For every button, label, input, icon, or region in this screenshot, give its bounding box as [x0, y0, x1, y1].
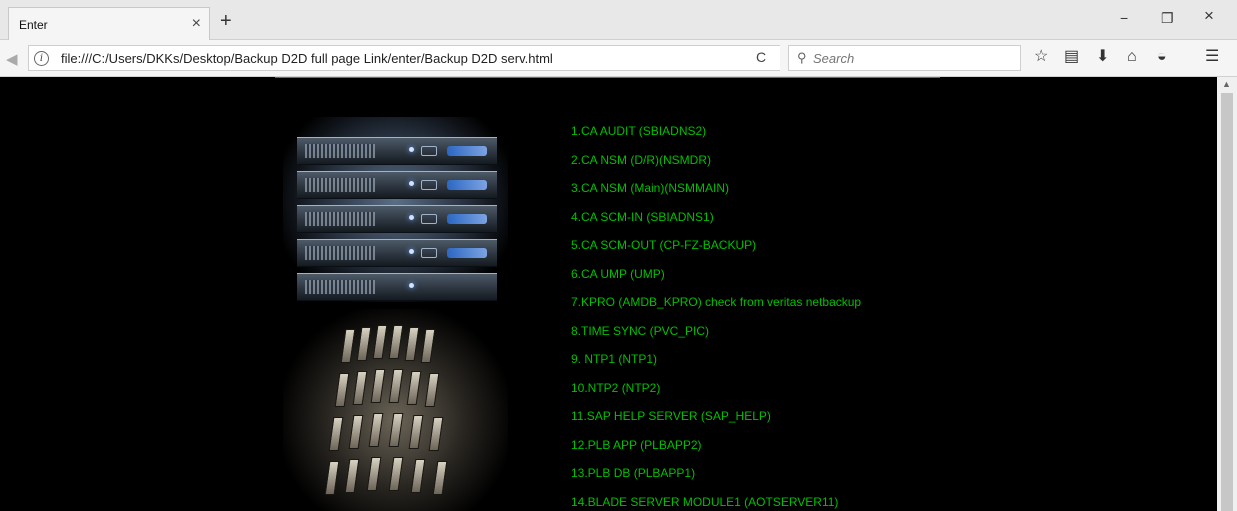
- back-arrow-icon[interactable]: ◀: [6, 50, 18, 68]
- download-icon[interactable]: ⬇: [1096, 48, 1109, 66]
- scroll-up-icon[interactable]: ▲: [1222, 79, 1231, 89]
- navigation-toolbar: ◀ i file:///C:/Users/DKKs/Desktop/Backup…: [0, 40, 1237, 77]
- server-link[interactable]: 4.CA SCM-IN (SBIADNS1): [571, 210, 861, 239]
- page-viewport: 1.CA AUDIT (SBIADNS2) 2.CA NSM (D/R)(NSM…: [0, 77, 1217, 511]
- reading-list-icon[interactable]: ▤: [1064, 48, 1079, 66]
- top-divider: [275, 77, 940, 78]
- server-link[interactable]: 10.NTP2 (NTP2): [571, 381, 861, 410]
- server-link[interactable]: 1.CA AUDIT (SBIADNS2): [571, 124, 861, 153]
- home-icon[interactable]: ⌂: [1127, 48, 1137, 66]
- server-rack-image: [283, 117, 508, 302]
- scroll-thumb[interactable]: [1221, 93, 1233, 511]
- browser-tab[interactable]: Enter ×: [8, 7, 210, 41]
- tab-title: Enter: [19, 18, 48, 32]
- info-icon[interactable]: i: [34, 51, 49, 66]
- reload-button[interactable]: C: [756, 49, 766, 65]
- tab-strip: Enter × + − ❐ ×: [0, 0, 1237, 41]
- blade-server-image: [283, 309, 508, 511]
- server-link[interactable]: 12.PLB APP (PLBAPP2): [571, 438, 861, 467]
- server-link-list: 1.CA AUDIT (SBIADNS2) 2.CA NSM (D/R)(NSM…: [571, 124, 861, 511]
- server-link[interactable]: 8.TIME SYNC (PVC_PIC): [571, 324, 861, 353]
- server-link[interactable]: 11.SAP HELP SERVER (SAP_HELP): [571, 409, 861, 438]
- menu-icon[interactable]: ☰: [1205, 48, 1219, 66]
- star-icon[interactable]: ☆: [1034, 48, 1048, 66]
- server-link[interactable]: 6.CA UMP (UMP): [571, 267, 861, 296]
- server-link[interactable]: 14.BLADE SERVER MODULE1 (AOTSERVER11): [571, 495, 861, 511]
- vertical-scrollbar[interactable]: ▲: [1217, 77, 1237, 511]
- server-link[interactable]: 2.CA NSM (D/R)(NSMDR): [571, 153, 861, 182]
- url-bar[interactable]: i file:///C:/Users/DKKs/Desktop/Backup D…: [28, 45, 780, 71]
- close-window-button[interactable]: ×: [1204, 7, 1214, 24]
- search-bar[interactable]: ⚲: [788, 45, 1021, 71]
- url-text[interactable]: file:///C:/Users/DKKs/Desktop/Backup D2D…: [61, 51, 553, 66]
- server-link[interactable]: 7.KPRO (AMDB_KPRO) check from veritas ne…: [571, 295, 861, 324]
- minimize-button[interactable]: −: [1120, 10, 1128, 26]
- server-link[interactable]: 5.CA SCM-OUT (CP-FZ-BACKUP): [571, 238, 861, 267]
- server-link[interactable]: 3.CA NSM (Main)(NSMMAIN): [571, 181, 861, 210]
- search-icon: ⚲: [797, 50, 807, 65]
- server-link[interactable]: 13.PLB DB (PLBAPP1): [571, 466, 861, 495]
- restore-button[interactable]: ❐: [1161, 10, 1174, 26]
- pocket-icon[interactable]: ◒: [1157, 48, 1167, 66]
- server-link[interactable]: 9. NTP1 (NTP1): [571, 352, 861, 381]
- tab-close-icon[interactable]: ×: [192, 14, 201, 34]
- search-input[interactable]: [813, 48, 1013, 68]
- new-tab-button[interactable]: +: [220, 11, 232, 31]
